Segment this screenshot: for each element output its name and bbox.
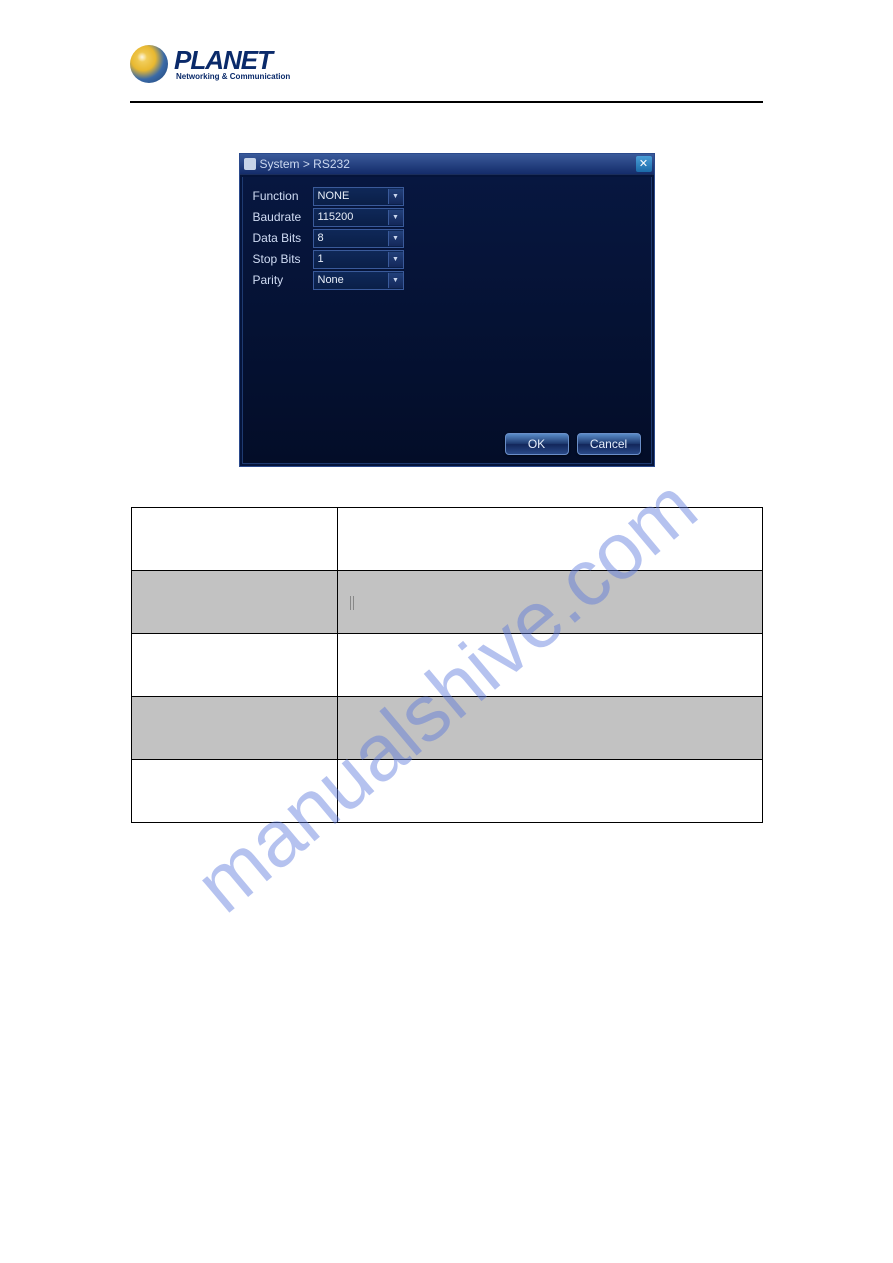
table-row xyxy=(131,697,762,760)
row-baudrate: Baudrate 115200 ▼ xyxy=(253,208,641,226)
cancel-button-label: Cancel xyxy=(590,437,627,451)
select-function[interactable]: NONE ▼ xyxy=(313,187,404,206)
dialog-title: System > RS232 xyxy=(260,157,350,171)
dialog-body: Function NONE ▼ Baudrate 115200 ▼ Data B… xyxy=(242,177,652,464)
table-row xyxy=(131,760,762,823)
chevron-down-icon: ▼ xyxy=(388,210,403,225)
cancel-button[interactable]: Cancel xyxy=(577,433,641,455)
label-databits: Data Bits xyxy=(253,231,313,245)
dialog-button-row: OK Cancel xyxy=(505,433,641,455)
page-header: PLANET Networking & Communication xyxy=(130,45,763,83)
select-parity[interactable]: None ▼ xyxy=(313,271,404,290)
logo-sub-text: Networking & Communication xyxy=(176,73,290,81)
chevron-down-icon: ▼ xyxy=(388,231,403,246)
logo-text-block: PLANET Networking & Communication xyxy=(174,47,290,81)
chevron-down-icon: ▼ xyxy=(388,252,403,267)
table-cell xyxy=(131,508,337,571)
label-stopbits: Stop Bits xyxy=(253,252,313,266)
table-cell xyxy=(337,634,762,697)
row-databits: Data Bits 8 ▼ xyxy=(253,229,641,247)
table-row xyxy=(131,634,762,697)
row-parity: Parity None ▼ xyxy=(253,271,641,289)
table-row xyxy=(131,571,762,634)
select-databits[interactable]: 8 ▼ xyxy=(313,229,404,248)
label-baudrate: Baudrate xyxy=(253,210,313,224)
dialog-wrapper: System > RS232 ✕ Function NONE ▼ Baudrat… xyxy=(130,153,763,467)
close-button[interactable]: ✕ xyxy=(636,156,652,172)
table-cell xyxy=(337,697,762,760)
row-stopbits: Stop Bits 1 ▼ xyxy=(253,250,641,268)
row-function: Function NONE ▼ xyxy=(253,187,641,205)
table-cell xyxy=(131,760,337,823)
header-divider xyxy=(130,101,763,103)
label-parity: Parity xyxy=(253,273,313,287)
select-function-value: NONE xyxy=(318,190,350,202)
table-cell xyxy=(337,508,762,571)
ok-button[interactable]: OK xyxy=(505,433,569,455)
dialog-titlebar: System > RS232 ✕ xyxy=(240,154,654,175)
thin-bar-icon xyxy=(350,596,354,610)
table-cell xyxy=(131,571,337,634)
table-cell xyxy=(337,760,762,823)
table-cell xyxy=(131,634,337,697)
select-baudrate[interactable]: 115200 ▼ xyxy=(313,208,404,227)
chevron-down-icon: ▼ xyxy=(388,189,403,204)
description-table xyxy=(131,507,763,823)
dialog-title-icon xyxy=(244,158,256,170)
planet-globe-icon xyxy=(130,45,168,83)
table-row xyxy=(131,508,762,571)
rs232-dialog: System > RS232 ✕ Function NONE ▼ Baudrat… xyxy=(239,153,655,467)
select-stopbits-value: 1 xyxy=(318,253,324,265)
chevron-down-icon: ▼ xyxy=(388,273,403,288)
table-cell xyxy=(131,697,337,760)
select-databits-value: 8 xyxy=(318,232,324,244)
select-parity-value: None xyxy=(318,274,344,286)
select-baudrate-value: 115200 xyxy=(318,211,354,223)
table-cell xyxy=(337,571,762,634)
ok-button-label: OK xyxy=(528,437,545,451)
select-stopbits[interactable]: 1 ▼ xyxy=(313,250,404,269)
label-function: Function xyxy=(253,189,313,203)
logo-main-text: PLANET xyxy=(174,47,290,73)
close-icon: ✕ xyxy=(639,158,648,170)
